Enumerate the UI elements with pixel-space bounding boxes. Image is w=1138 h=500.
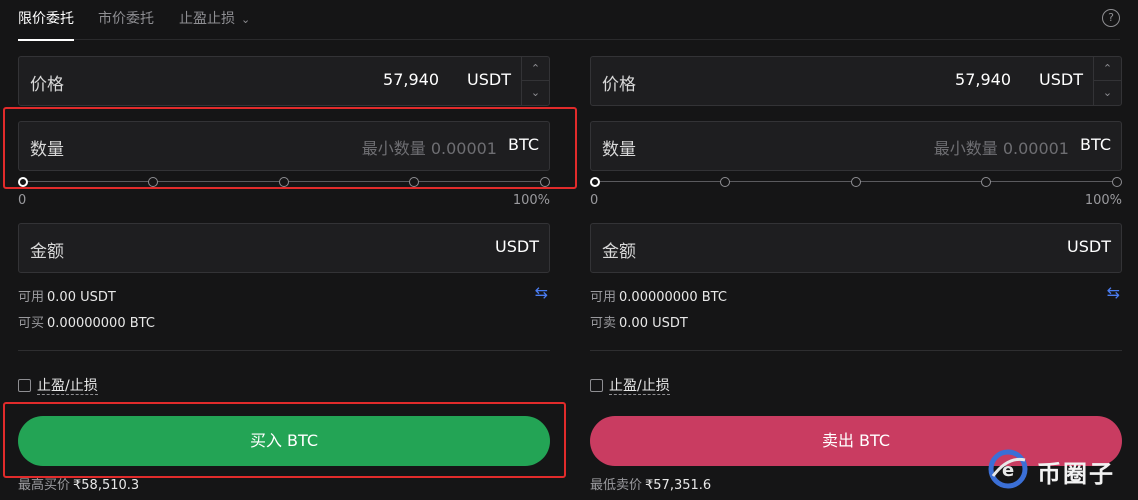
buy-price-stepper: ⌃ ⌄ — [521, 57, 549, 105]
watermark-logo-icon: e — [988, 449, 1028, 489]
watermark-text: 币圈子 — [1037, 460, 1115, 488]
buy-tp-sl-checkbox[interactable]: 止盈/止损 — [18, 375, 98, 395]
sell-best-price-label: 最低卖价 — [590, 478, 643, 493]
buy-can-buy-label: 可买 — [18, 316, 45, 331]
checkbox-icon[interactable] — [590, 379, 603, 392]
stepper-down-icon[interactable]: ⌄ — [1094, 81, 1121, 105]
buy-available-label: 可用 — [18, 290, 45, 305]
sell-price-unit: USDT — [1039, 70, 1083, 89]
buy-price-label: 价格 — [30, 75, 64, 95]
buy-price-unit: USDT — [467, 70, 511, 89]
buy-quantity-field[interactable]: 数量 最小数量 0.00001 BTC — [18, 121, 550, 171]
buy-amount-unit: USDT — [495, 237, 539, 256]
buy-price-field[interactable]: 价格 57,940 USDT ⌃ ⌄ — [18, 56, 550, 106]
sell-amount-unit: USDT — [1067, 237, 1111, 256]
watermark: e 币圈子 — [985, 444, 1135, 498]
buy-can-buy-value: 0.00000000 BTC — [47, 316, 155, 331]
stepper-up-icon[interactable]: ⌃ — [1094, 57, 1121, 81]
sell-quantity-unit: BTC — [1080, 135, 1111, 154]
slider-min-label: 0 — [18, 193, 27, 208]
slider-handle[interactable] — [18, 177, 28, 187]
buy-quantity-label: 数量 — [30, 140, 64, 160]
slider-step-25[interactable] — [720, 177, 730, 187]
sell-price-value[interactable]: 57,940 — [955, 70, 1011, 89]
sell-best-price: 最低卖价 ₹57,351.6 — [590, 474, 711, 493]
sell-available-value: 0.00000000 BTC — [619, 290, 727, 305]
sell-best-price-value: ₹57,351.6 — [645, 478, 712, 493]
buy-can-buy: 可买 0.00000000 BTC — [18, 312, 155, 331]
sell-quantity-placeholder: 最小数量 0.00001 — [933, 139, 1069, 158]
divider — [18, 350, 550, 351]
buy-tp-sl-label[interactable]: 止盈/止损 — [37, 378, 98, 395]
buy-quantity-unit: BTC — [508, 135, 539, 154]
stepper-up-icon[interactable]: ⌃ — [522, 57, 549, 81]
slider-step-25[interactable] — [148, 177, 158, 187]
slider-step-100[interactable] — [1112, 177, 1122, 187]
stepper-down-icon[interactable]: ⌄ — [522, 81, 549, 105]
divider — [590, 350, 1122, 351]
sell-tp-sl-checkbox[interactable]: 止盈/止损 — [590, 375, 670, 395]
sell-amount-label: 金额 — [602, 242, 636, 262]
buy-quantity-placeholder: 最小数量 0.00001 — [361, 139, 497, 158]
buy-best-price-value: ₹58,510.3 — [73, 478, 140, 493]
buy-price-value[interactable]: 57,940 — [383, 70, 439, 89]
checkbox-icon[interactable] — [18, 379, 31, 392]
slider-step-50[interactable] — [279, 177, 289, 187]
buy-available-value: 0.00 USDT — [47, 290, 116, 305]
swap-icon[interactable]: ⇆ — [1107, 283, 1120, 302]
sell-price-stepper: ⌃ ⌄ — [1093, 57, 1121, 105]
slider-max-label: 100% — [512, 193, 550, 208]
svg-text:e: e — [1002, 460, 1014, 481]
sell-available: 可用 0.00000000 BTC — [590, 286, 727, 305]
slider-handle[interactable] — [590, 177, 600, 187]
sell-can-sell-value: 0.00 USDT — [619, 316, 688, 331]
sell-available-label: 可用 — [590, 290, 617, 305]
sell-quantity-label: 数量 — [602, 140, 636, 160]
swap-icon[interactable]: ⇆ — [535, 283, 548, 302]
sell-amount-field[interactable]: 金额 USDT — [590, 223, 1122, 273]
sell-quantity-field[interactable]: 数量 最小数量 0.00001 BTC — [590, 121, 1122, 171]
slider-max-label: 100% — [1084, 193, 1122, 208]
sell-price-label: 价格 — [602, 75, 636, 95]
buy-best-price: 最高买价 ₹58,510.3 — [18, 474, 139, 493]
slider-min-label: 0 — [590, 193, 599, 208]
buy-panel: 价格 57,940 USDT ⌃ ⌄ 数量 最小数量 0.00001 BTC 0… — [18, 0, 550, 500]
slider-step-50[interactable] — [851, 177, 861, 187]
buy-best-price-label: 最高买价 — [18, 478, 71, 493]
buy-available: 可用 0.00 USDT — [18, 286, 116, 305]
sell-quantity-slider[interactable] — [590, 174, 1122, 190]
sell-can-sell-label: 可卖 — [590, 316, 617, 331]
slider-step-75[interactable] — [981, 177, 991, 187]
slider-step-100[interactable] — [540, 177, 550, 187]
sell-price-field[interactable]: 价格 57,940 USDT ⌃ ⌄ — [590, 56, 1122, 106]
sell-can-sell: 可卖 0.00 USDT — [590, 312, 688, 331]
buy-quantity-slider[interactable] — [18, 174, 550, 190]
buy-amount-label: 金额 — [30, 242, 64, 262]
slider-step-75[interactable] — [409, 177, 419, 187]
buy-amount-field[interactable]: 金额 USDT — [18, 223, 550, 273]
sell-tp-sl-label[interactable]: 止盈/止损 — [609, 378, 670, 395]
buy-btc-button[interactable]: 买入 BTC — [18, 416, 550, 466]
sell-panel: 价格 57,940 USDT ⌃ ⌄ 数量 最小数量 0.00001 BTC 0… — [590, 0, 1122, 500]
